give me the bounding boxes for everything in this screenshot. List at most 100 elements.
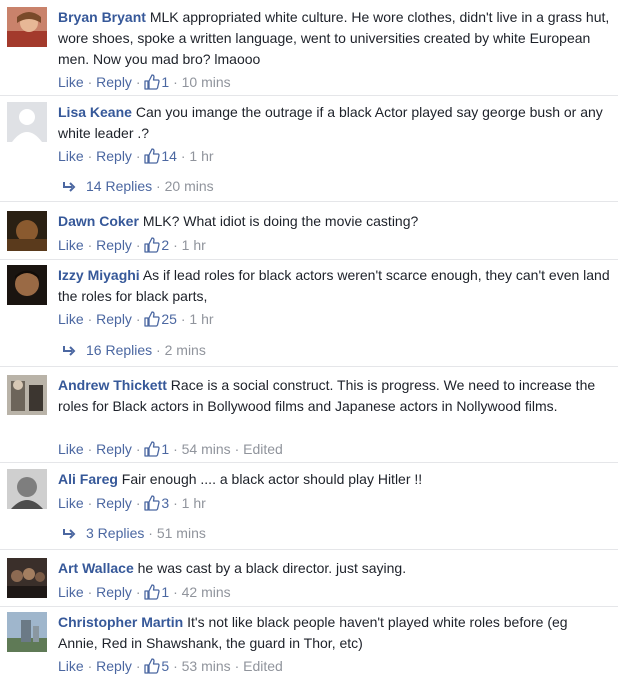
separator: · [234,658,240,674]
like-link[interactable]: Like [58,658,84,674]
like-link[interactable]: Like [58,584,84,600]
separator: · [87,74,93,90]
reply-link[interactable]: Reply [96,441,132,457]
separator: · [173,237,178,253]
avatar[interactable] [7,265,47,305]
separator: · [234,441,240,457]
commenter-name[interactable]: Dawn Coker [58,213,139,229]
comment-actions: Like · Reply · 25 · 1 hr [58,309,214,329]
separator: · [173,658,178,674]
timestamp[interactable]: 42 mins [182,584,231,600]
separator: · [87,237,93,253]
commenter-name[interactable]: Art Wallace [58,560,134,576]
like-link[interactable]: Like [58,237,84,253]
like-link[interactable]: Like [58,74,84,90]
comment-text: Fair enough .... a black actor should pl… [121,471,423,487]
timestamp[interactable]: 1 hr [189,148,213,164]
like-count[interactable]: 3 [144,495,169,511]
commenter-name[interactable]: Ali Fareg [58,471,118,487]
avatar[interactable] [7,211,47,251]
like-link[interactable]: Like [58,311,84,327]
like-count-value: 1 [161,441,170,457]
edited-label[interactable]: Edited [243,658,283,674]
view-replies-link[interactable]: 16 Replies · 2 mins [62,340,206,360]
separator: · [87,584,93,600]
view-replies-link[interactable]: 14 Replies · 20 mins [62,176,214,196]
like-count[interactable]: 14 [144,148,177,164]
like-count-value: 1 [161,584,170,600]
timestamp[interactable]: 53 mins [182,658,231,674]
commenter-name[interactable]: Christopher Martin [58,614,183,630]
reply-link[interactable]: Reply [96,584,132,600]
separator: · [135,495,141,511]
like-count[interactable]: 2 [144,237,169,253]
divider [0,462,618,463]
avatar[interactable] [7,469,47,509]
replies-timestamp: 20 mins [164,178,214,194]
like-count[interactable]: 25 [144,311,177,327]
comment-actions: Like · Reply · 1 · 54 mins · Edited [58,439,283,459]
separator: · [156,342,161,358]
like-count[interactable]: 1 [144,441,169,457]
comment-actions: Like · Reply · 5 · 53 mins · Edited [58,656,283,676]
timestamp[interactable]: 1 hr [189,311,213,327]
like-count[interactable]: 5 [144,658,169,674]
avatar[interactable] [7,7,47,47]
reply-arrow-icon [63,346,76,356]
reply-link[interactable]: Reply [96,74,132,90]
avatar[interactable] [7,612,47,652]
like-count[interactable]: 1 [144,74,169,90]
edited-label[interactable]: Edited [243,441,283,457]
avatar[interactable] [7,375,47,415]
like-count[interactable]: 1 [144,584,169,600]
replies-count[interactable]: 14 Replies [86,178,152,194]
separator: · [87,148,93,164]
comment-text: MLK? What idiot is doing the movie casti… [142,213,419,229]
separator: · [87,441,93,457]
like-count-value: 3 [161,495,170,511]
reply-link[interactable]: Reply [96,658,132,674]
commenter-name[interactable]: Bryan Bryant [58,9,146,25]
like-count-value: 14 [161,148,177,164]
separator: · [173,495,178,511]
separator: · [156,178,161,194]
separator: · [135,74,141,90]
comment-actions: Like · Reply · 14 · 1 hr [58,146,214,166]
commenter-name[interactable]: Lisa Keane [58,104,132,120]
avatar[interactable] [7,558,47,598]
reply-link[interactable]: Reply [96,148,132,164]
replies-count[interactable]: 3 Replies [86,525,144,541]
like-count-value: 2 [161,237,170,253]
separator: · [173,74,178,90]
separator: · [87,311,93,327]
timestamp[interactable]: 54 mins [182,441,231,457]
timestamp[interactable]: 10 mins [182,74,231,90]
like-count-value: 25 [161,311,177,327]
view-replies-link[interactable]: 3 Replies · 51 mins [62,523,206,543]
reply-arrow-icon [63,529,76,539]
thumbs-up-icon [144,495,161,511]
comment-text: As if lead roles for black actors weren'… [58,267,610,304]
thumbs-up-icon [144,441,161,457]
like-link[interactable]: Like [58,441,84,457]
avatar[interactable] [7,102,47,142]
reply-link[interactable]: Reply [96,237,132,253]
reply-link[interactable]: Reply [96,311,132,327]
reply-link[interactable]: Reply [96,495,132,511]
separator: · [148,525,153,541]
divider [0,201,618,202]
like-link[interactable]: Like [58,495,84,511]
thumbs-up-icon [144,74,161,90]
divider [0,366,618,367]
timestamp[interactable]: 1 hr [182,495,206,511]
commenter-name[interactable]: Andrew Thickett [58,377,167,393]
replies-count[interactable]: 16 Replies [86,342,152,358]
comment-actions: Like · Reply · 1 · 42 mins [58,582,231,602]
timestamp[interactable]: 1 hr [182,237,206,253]
separator: · [135,237,141,253]
like-link[interactable]: Like [58,148,84,164]
like-count-value: 1 [161,74,170,90]
commenter-name[interactable]: Izzy Miyaghi [58,267,140,283]
divider [0,259,618,260]
replies-timestamp: 51 mins [156,525,206,541]
